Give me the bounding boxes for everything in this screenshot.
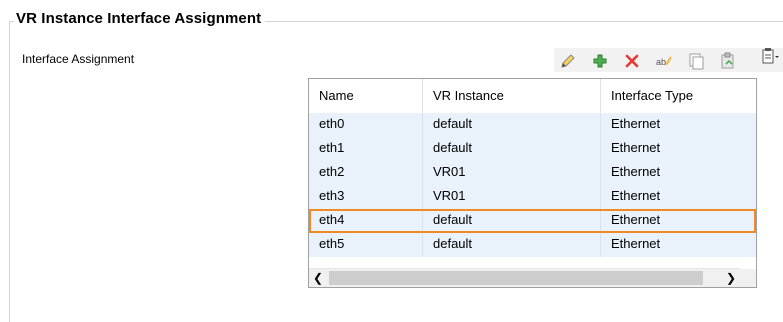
column-header-interface-type[interactable]: Interface Type [601,79,756,113]
scroll-left-arrow-icon[interactable]: ❮ [309,269,327,287]
paste-icon [721,52,734,69]
plus-icon [593,54,607,68]
table-row[interactable]: eth1 default Ethernet [309,137,756,161]
cell-vr-instance: VR01 [423,185,601,209]
table-row[interactable]: eth0 default Ethernet [309,113,756,137]
scroll-right-arrow-icon[interactable]: ❯ [722,269,740,287]
clipboard-menu-button[interactable] [759,48,781,66]
cell-vr-instance: default [423,209,601,233]
column-header-name[interactable]: Name [309,79,423,113]
interface-assignment-label: Interface Assignment [22,52,135,66]
table-row-selected[interactable]: eth4 default Ethernet [309,209,756,233]
table-row[interactable]: eth2 VR01 Ethernet [309,161,756,185]
cell-vr-instance: default [423,137,601,161]
table-row[interactable]: eth3 VR01 Ethernet [309,185,756,209]
grid-toolbar: ab [554,48,783,72]
cell-name: eth2 [309,161,423,185]
rename-button[interactable]: ab [655,52,673,70]
cell-interface-type: Ethernet [611,164,661,179]
clipboard-menu-icon [762,48,779,64]
svg-text:ab: ab [656,57,666,67]
scroll-thumb[interactable] [329,271,703,285]
rename-icon: ab [656,56,672,67]
paste-button[interactable] [719,52,737,70]
cell-name: eth0 [309,113,423,137]
cell-vr-instance: default [423,113,601,137]
cell-name: eth4 [309,209,423,233]
cell-vr-instance: default [423,233,601,257]
cell-interface-type: Ethernet [611,236,661,251]
pencil-icon [561,54,575,68]
copy-icon [689,53,704,70]
grid-header: Name VR Instance Interface Type [309,79,756,113]
interface-grid: Name VR Instance Interface Type eth0 def… [308,78,757,288]
cell-name: eth5 [309,233,423,257]
cell-interface-type: Ethernet [611,212,661,227]
delete-icon [625,54,639,68]
copy-button[interactable] [687,52,705,70]
resize-grip[interactable] [740,269,756,287]
grid-rows: eth0 default Ethernet eth1 default Ether… [309,113,756,257]
cell-vr-instance: VR01 [423,161,601,185]
group-title: VR Instance Interface Assignment [14,9,266,29]
edit-button[interactable] [559,52,577,70]
table-row[interactable]: eth5 default Ethernet [309,233,756,257]
cell-name: eth1 [309,137,423,161]
cell-name: eth3 [309,185,423,209]
horizontal-scrollbar[interactable]: ❮ ❯ [309,268,740,287]
delete-button[interactable] [623,52,641,70]
cell-interface-type: Ethernet [611,116,661,131]
add-button[interactable] [591,52,609,70]
cell-interface-type: Ethernet [611,188,661,203]
cell-interface-type: Ethernet [611,140,661,155]
column-header-vr-instance[interactable]: VR Instance [423,79,601,113]
